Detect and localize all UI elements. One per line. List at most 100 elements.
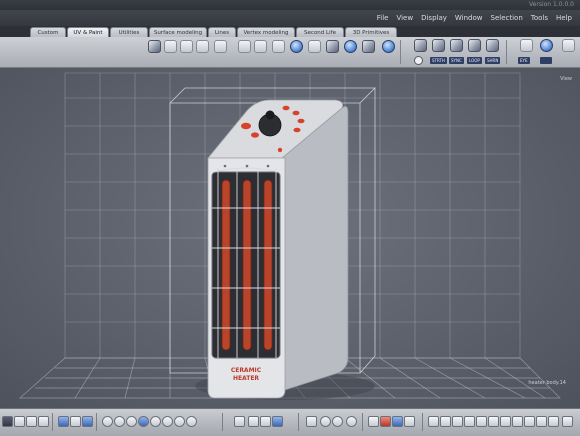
layout-1-icon[interactable] [428,416,439,427]
menu-bar: File View Display Window Selection Tools… [0,10,580,26]
fly-icon[interactable] [260,416,271,427]
loop-toggle[interactable]: LOOP [467,57,482,64]
select-verts-icon[interactable] [450,39,463,52]
menu-tools[interactable]: Tools [531,14,548,22]
tab-vertex-modeling[interactable]: Vertex modeling [237,27,295,37]
bottom-separator [298,413,299,431]
toolbar-tab-row: Custom UV & Paint Utilities Surface mode… [0,26,580,37]
paint-sphere-icon[interactable] [290,40,303,53]
refresh-icon[interactable] [414,56,423,65]
zoom-fit-icon[interactable] [346,416,357,427]
uv-seam-icon[interactable] [164,40,177,53]
uv-pin-icon[interactable] [180,40,193,53]
light-icon[interactable] [162,416,173,427]
select-edges-icon[interactable] [432,39,445,52]
zoom-in-icon[interactable] [320,416,331,427]
paint-eraser-icon[interactable] [272,40,285,53]
layout-4-icon[interactable] [464,416,475,427]
rotate-icon[interactable] [26,416,37,427]
tab-utilities[interactable]: Utilities [110,27,148,37]
heating-element [221,179,231,351]
view-split-icon[interactable] [404,416,415,427]
tab-second-life[interactable]: Second Life [296,27,344,37]
menu-file[interactable]: File [377,14,389,22]
red-button [251,132,259,138]
view-quad-red-icon[interactable] [380,416,391,427]
uv-relax-icon[interactable] [196,40,209,53]
front-text-line1: CERAMIC [231,367,262,374]
shading-solid-icon[interactable] [102,416,113,427]
snap-vertex-icon[interactable] [70,416,81,427]
layout-6-icon[interactable] [488,416,499,427]
select-mode-icon[interactable] [2,416,13,427]
stretch-toggle[interactable]: STRTH [430,57,447,64]
toolbar-separator [400,40,401,64]
view-options-icon[interactable] [562,39,575,52]
tab-uv-paint[interactable]: UV & Paint [67,27,109,37]
eye-toggle[interactable]: EYE [518,57,530,64]
material-sphere-icon[interactable] [344,40,357,53]
select-object-icon[interactable] [468,39,481,52]
heating-element [263,179,273,351]
bell-icon[interactable] [520,39,533,52]
move-icon[interactable] [14,416,25,427]
title-bar: Version 1.0.0.0 [0,0,580,10]
menu-selection[interactable]: Selection [491,14,523,22]
paint-bucket-icon[interactable] [254,40,267,53]
layout-3-icon[interactable] [452,416,463,427]
zoom-out-icon[interactable] [332,416,343,427]
layout-8-icon[interactable] [512,416,523,427]
paint-brush-icon[interactable] [238,40,251,53]
3d-viewport[interactable]: CERAMIC HEATER View heater body.14 [0,68,580,408]
bottom-separator [362,413,363,431]
sync-toggle[interactable]: SYNC [449,57,464,64]
red-button [297,118,305,124]
render-preview-icon[interactable] [382,40,395,53]
shading-smooth-icon[interactable] [126,416,137,427]
layout-12-icon[interactable] [562,416,573,427]
scale-icon[interactable] [38,416,49,427]
camera-icon[interactable] [174,416,185,427]
layout-9-icon[interactable] [524,416,535,427]
heating-elements [221,179,273,351]
menu-display[interactable]: Display [421,14,447,22]
layout-2-icon[interactable] [440,416,451,427]
shading-texture-icon[interactable] [150,416,161,427]
shading-wire-icon[interactable] [114,416,125,427]
uv-align-icon[interactable] [214,40,227,53]
dial-top [265,110,275,120]
view-quad-blue-icon[interactable] [392,416,403,427]
view-mode-toggle[interactable] [540,57,552,64]
tab-surface-modeling[interactable]: Surface modeling [149,27,207,37]
snap-edge-icon[interactable] [82,416,93,427]
layout-5-icon[interactable] [476,416,487,427]
menu-window[interactable]: Window [455,14,483,22]
main-toolbar: STRTH SYNC LOOP SHRN EYE [0,37,580,68]
view-single-icon[interactable] [368,416,379,427]
uv-unwrap-icon[interactable] [148,40,161,53]
view-sphere-icon[interactable] [540,39,553,52]
menu-help[interactable]: Help [556,14,572,22]
select-body-icon[interactable] [486,39,499,52]
zoom-extents-icon[interactable] [272,416,283,427]
select-faces-icon[interactable] [414,39,427,52]
toolbar-separator [506,40,507,64]
tab-lines[interactable]: Lines [208,27,236,37]
tab-3d-primitives[interactable]: 3D Primitives [345,27,397,37]
projection-cube-icon[interactable] [362,40,375,53]
globe-icon[interactable] [186,416,197,427]
layout-11-icon[interactable] [548,416,559,427]
zoom-icon[interactable] [306,416,317,427]
layout-10-icon[interactable] [536,416,547,427]
menu-view[interactable]: View [396,14,413,22]
texture-map-icon[interactable] [308,40,321,53]
bake-cube-icon[interactable] [326,40,339,53]
shrink-toggle[interactable]: SHRN [485,57,501,64]
pan-icon[interactable] [234,416,245,427]
snap-grid-icon[interactable] [58,416,69,427]
orbit-icon[interactable] [248,416,259,427]
tab-custom[interactable]: Custom [30,27,66,37]
shading-material-icon[interactable] [138,416,149,427]
layout-7-icon[interactable] [500,416,511,427]
version-text: Version 1.0.0.0 [529,1,574,8]
